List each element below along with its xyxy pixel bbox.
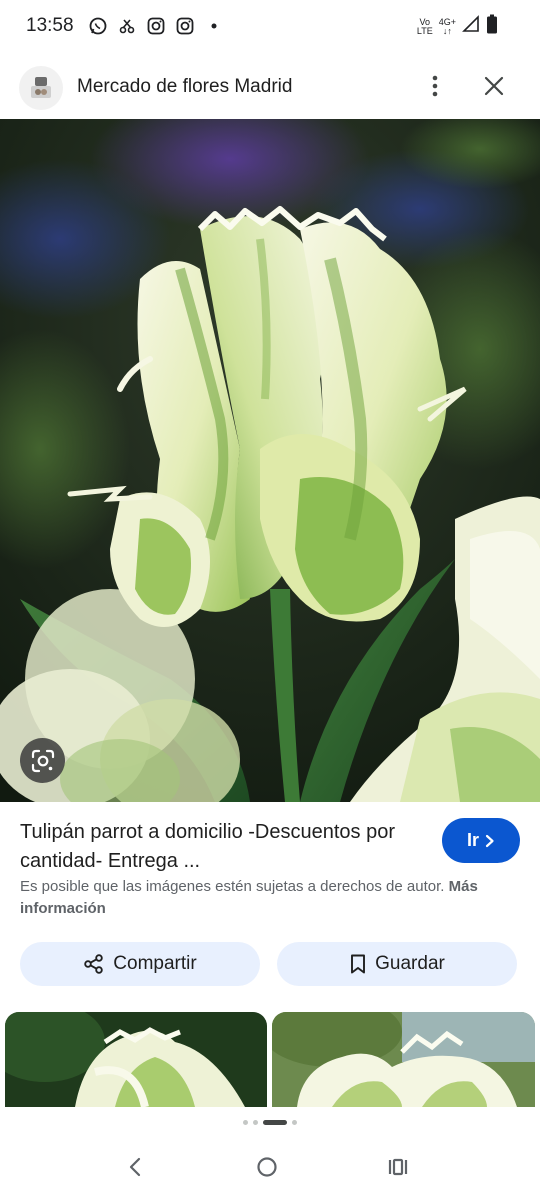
status-bar: 13:58 Vo LTE 4G+ ↓↑ — [0, 0, 540, 54]
close-button[interactable] — [479, 71, 509, 101]
share-button[interactable]: Compartir — [20, 942, 260, 986]
carousel-indicator — [0, 1120, 540, 1125]
carousel-dot — [292, 1120, 297, 1125]
header: Mercado de flores Madrid — [0, 58, 540, 116]
carousel-dot-active — [263, 1120, 287, 1125]
go-button[interactable]: Ir — [442, 818, 520, 863]
whatsapp-icon — [88, 16, 108, 36]
notification-icons — [88, 16, 224, 36]
back-button[interactable] — [122, 1154, 148, 1180]
home-button[interactable] — [254, 1154, 280, 1180]
back-icon — [129, 1157, 141, 1177]
close-icon — [484, 76, 504, 96]
more-vert-icon — [432, 75, 438, 97]
home-icon — [257, 1157, 277, 1177]
result-title[interactable]: Tulipán parrot a domicilio -Descuentos p… — [20, 818, 420, 876]
bookmark-icon — [351, 954, 366, 974]
lens-button[interactable] — [20, 738, 65, 783]
chevron-right-icon — [485, 834, 494, 847]
share-label: Compartir — [113, 953, 197, 974]
volte-indicator: Vo LTE — [416, 16, 433, 36]
instagram-icon — [175, 16, 195, 36]
site-avatar — [19, 66, 63, 110]
share-icon — [84, 954, 104, 974]
google-lens-icon — [31, 749, 54, 772]
related-image-thumbnail[interactable] — [272, 1012, 535, 1107]
instagram-icon — [146, 16, 166, 36]
more-options-button[interactable] — [420, 71, 450, 101]
related-image-thumbnail[interactable] — [5, 1012, 267, 1107]
status-time: 13:58 — [26, 15, 74, 36]
signal-icon — [462, 15, 480, 38]
recents-icon — [388, 1158, 408, 1176]
page-title: Mercado de flores Madrid — [77, 76, 293, 97]
save-button[interactable]: Guardar — [277, 942, 517, 986]
recents-button[interactable] — [385, 1154, 411, 1180]
battery-icon — [486, 14, 498, 39]
carousel-dot — [253, 1120, 258, 1125]
system-navigation-bar — [0, 1140, 540, 1200]
missed-call-icon — [117, 16, 137, 36]
carousel-dot — [243, 1120, 248, 1125]
copyright-text: Es posible que las imágenes estén sujeta… — [20, 878, 445, 895]
dot-icon — [204, 16, 224, 36]
go-button-label: Ir — [466, 830, 479, 850]
main-image[interactable] — [0, 119, 540, 802]
system-icons: Vo LTE 4G+ ↓↑ — [417, 14, 498, 39]
data-indicator: 4G+ ↓↑ — [438, 16, 456, 36]
copyright-notice: Es posible que las imágenes estén sujeta… — [20, 876, 525, 920]
save-label: Guardar — [375, 953, 445, 974]
